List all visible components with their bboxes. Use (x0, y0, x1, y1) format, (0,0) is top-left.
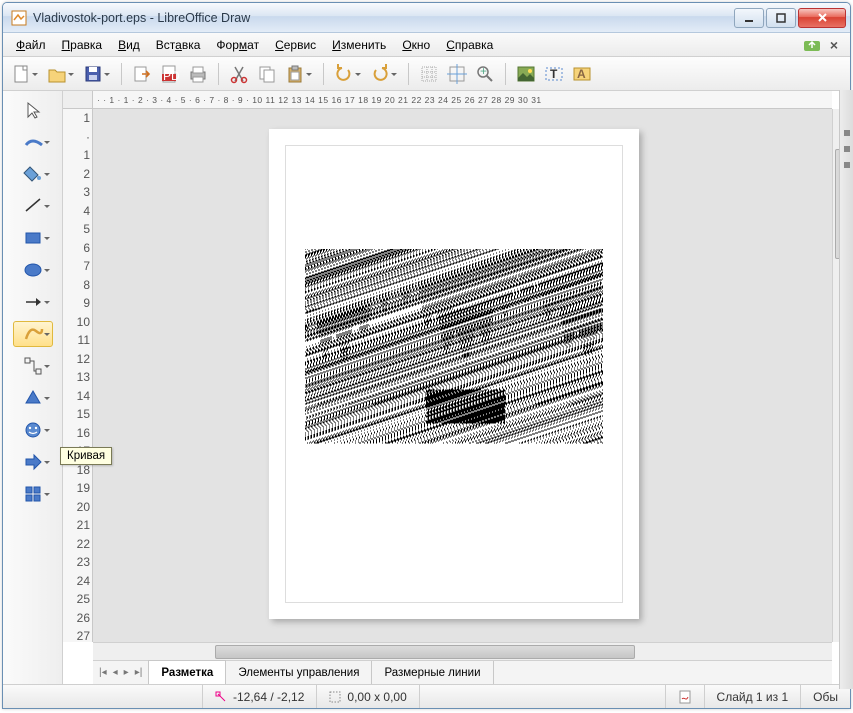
line-color-tool[interactable] (13, 129, 53, 155)
ruler-corner (63, 91, 93, 109)
tooltip: Кривая (60, 447, 112, 465)
page[interactable] (269, 129, 639, 619)
horizontal-scrollbar[interactable] (93, 642, 832, 660)
tool-undo[interactable] (332, 62, 356, 86)
menu-правка[interactable]: Правка (55, 35, 110, 55)
select-tool[interactable] (13, 97, 53, 123)
svg-text:T: T (550, 67, 558, 81)
tool-grid[interactable] (417, 62, 441, 86)
connector-tool[interactable] (13, 353, 53, 379)
layer-tab-1[interactable]: Элементы управления (226, 661, 372, 684)
menu-справка[interactable]: Справка (439, 35, 500, 55)
tool-image[interactable] (514, 62, 538, 86)
block-arrows-tool[interactable] (13, 449, 53, 475)
ellipse-tool[interactable] (13, 257, 53, 283)
app-icon (11, 10, 27, 26)
svg-text:+: + (480, 64, 487, 78)
maximize-button[interactable] (766, 8, 796, 28)
layer-tab-0[interactable]: Разметка (148, 660, 226, 684)
tool-redo[interactable] (368, 62, 392, 86)
arrow-tool[interactable] (13, 289, 53, 315)
status-signature[interactable] (666, 685, 705, 708)
minimize-button[interactable] (734, 8, 764, 28)
svg-text:PDF: PDF (163, 69, 180, 83)
svg-text:A: A (577, 67, 586, 81)
tool-paste[interactable] (283, 62, 307, 86)
menu-сервис[interactable]: Сервис (268, 35, 323, 55)
viewport[interactable] (93, 109, 832, 642)
update-icon[interactable] (804, 38, 820, 52)
menu-файл[interactable]: Файл (9, 35, 53, 55)
statusbar: -12,64 / -2,12 0,00 x 0,00 Слайд 1 из 1 … (3, 684, 850, 708)
sidebar-panel-toggle[interactable] (839, 90, 853, 689)
menu-окно[interactable]: Окно (395, 35, 437, 55)
left-toolbox (3, 91, 63, 684)
tool-copy[interactable] (255, 62, 279, 86)
layer-tab-2[interactable]: Размерные линии (372, 661, 493, 684)
window-title: Vladivostok-port.eps - LibreOffice Draw (33, 11, 734, 25)
close-button[interactable] (798, 8, 846, 28)
tool-pdf[interactable]: PDF (158, 62, 182, 86)
rect-tool[interactable] (13, 225, 53, 251)
layer-tabs: |◂◂▸▸| РазметкаЭлементы управленияРазмер… (93, 660, 832, 684)
basic-shapes-tool[interactable] (13, 385, 53, 411)
menu-формат[interactable]: Формат (209, 35, 266, 55)
tool-open[interactable] (45, 62, 69, 86)
tool-cut[interactable] (227, 62, 251, 86)
h-scroll-thumb[interactable] (215, 645, 635, 659)
vertical-ruler: 1·12345678910111213141516171819202122232… (63, 109, 93, 642)
status-position: -12,64 / -2,12 (203, 685, 317, 708)
flowchart-tool[interactable] (13, 481, 53, 507)
menu-изменить[interactable]: Изменить (325, 35, 393, 55)
menu-вид[interactable]: Вид (111, 35, 147, 55)
tool-export[interactable] (130, 62, 154, 86)
menubar: ФайлПравкаВидВставкаФорматСервисИзменить… (3, 33, 850, 57)
tool-zoom[interactable]: + (473, 62, 497, 86)
tool-textbox[interactable]: T (542, 62, 566, 86)
doc-close-icon[interactable]: × (830, 37, 838, 53)
position-icon (215, 691, 227, 703)
status-size: 0,00 x 0,00 (317, 685, 419, 708)
tool-fontwork[interactable]: A (570, 62, 594, 86)
symbol-shapes-tool[interactable] (13, 417, 53, 443)
line-tool[interactable] (13, 193, 53, 219)
eps-image[interactable] (305, 249, 603, 444)
size-icon (329, 691, 341, 703)
tool-print[interactable] (186, 62, 210, 86)
tab-nav[interactable]: |◂◂▸▸| (93, 661, 148, 684)
horizontal-ruler: · · 1 · 1 · 2 · 3 · 4 · 5 · 6 · 7 · 8 · … (93, 91, 832, 109)
status-slide: Слайд 1 из 1 (705, 685, 802, 708)
main-toolbar: PDF + T A (3, 57, 850, 91)
canvas-area: · · 1 · 1 · 2 · 3 · 4 · 5 · 6 · 7 · 8 · … (63, 91, 850, 684)
tool-save[interactable] (81, 62, 105, 86)
curve-tool[interactable] (13, 321, 53, 347)
tool-helplines[interactable] (445, 62, 469, 86)
menu-вставка[interactable]: Вставка (149, 35, 208, 55)
fill-color-tool[interactable] (13, 161, 53, 187)
tool-new[interactable] (9, 62, 33, 86)
titlebar: Vladivostok-port.eps - LibreOffice Draw (3, 3, 850, 33)
